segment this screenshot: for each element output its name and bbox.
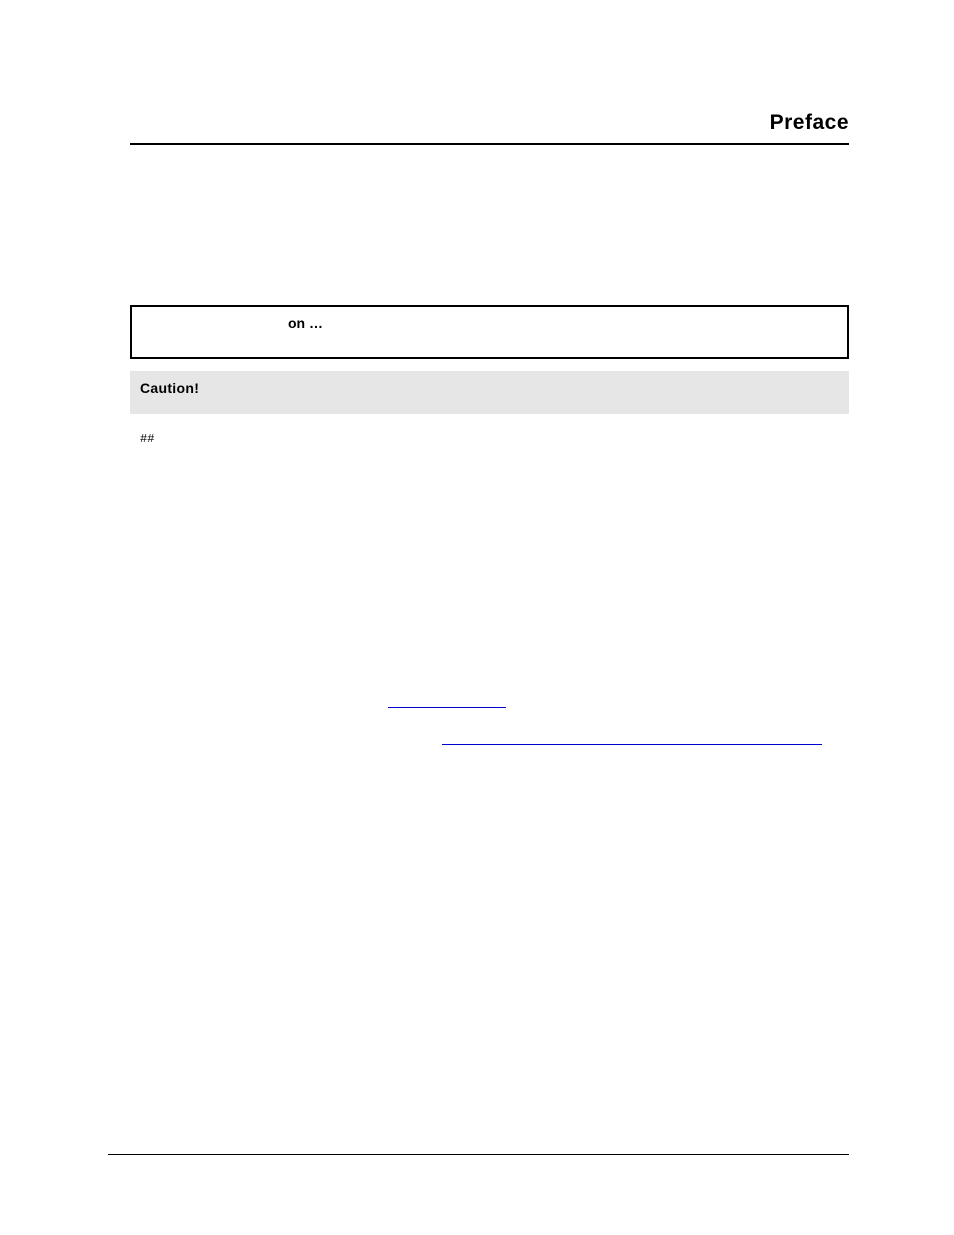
link-row-2 <box>130 733 849 748</box>
hyperlink-1[interactable] <box>388 707 506 708</box>
caution-box: Caution! <box>130 371 849 414</box>
hash-marks: ## <box>140 432 849 446</box>
footer-divider <box>108 1154 849 1155</box>
hyperlink-2[interactable] <box>442 744 822 745</box>
link-row-1 <box>130 696 849 711</box>
page-title: Preface <box>130 111 849 145</box>
info-box: on … <box>130 305 849 359</box>
caution-label: Caution! <box>140 380 199 396</box>
document-page: Preface on … Caution! ## <box>0 0 954 830</box>
info-box-label: on … <box>288 315 323 331</box>
